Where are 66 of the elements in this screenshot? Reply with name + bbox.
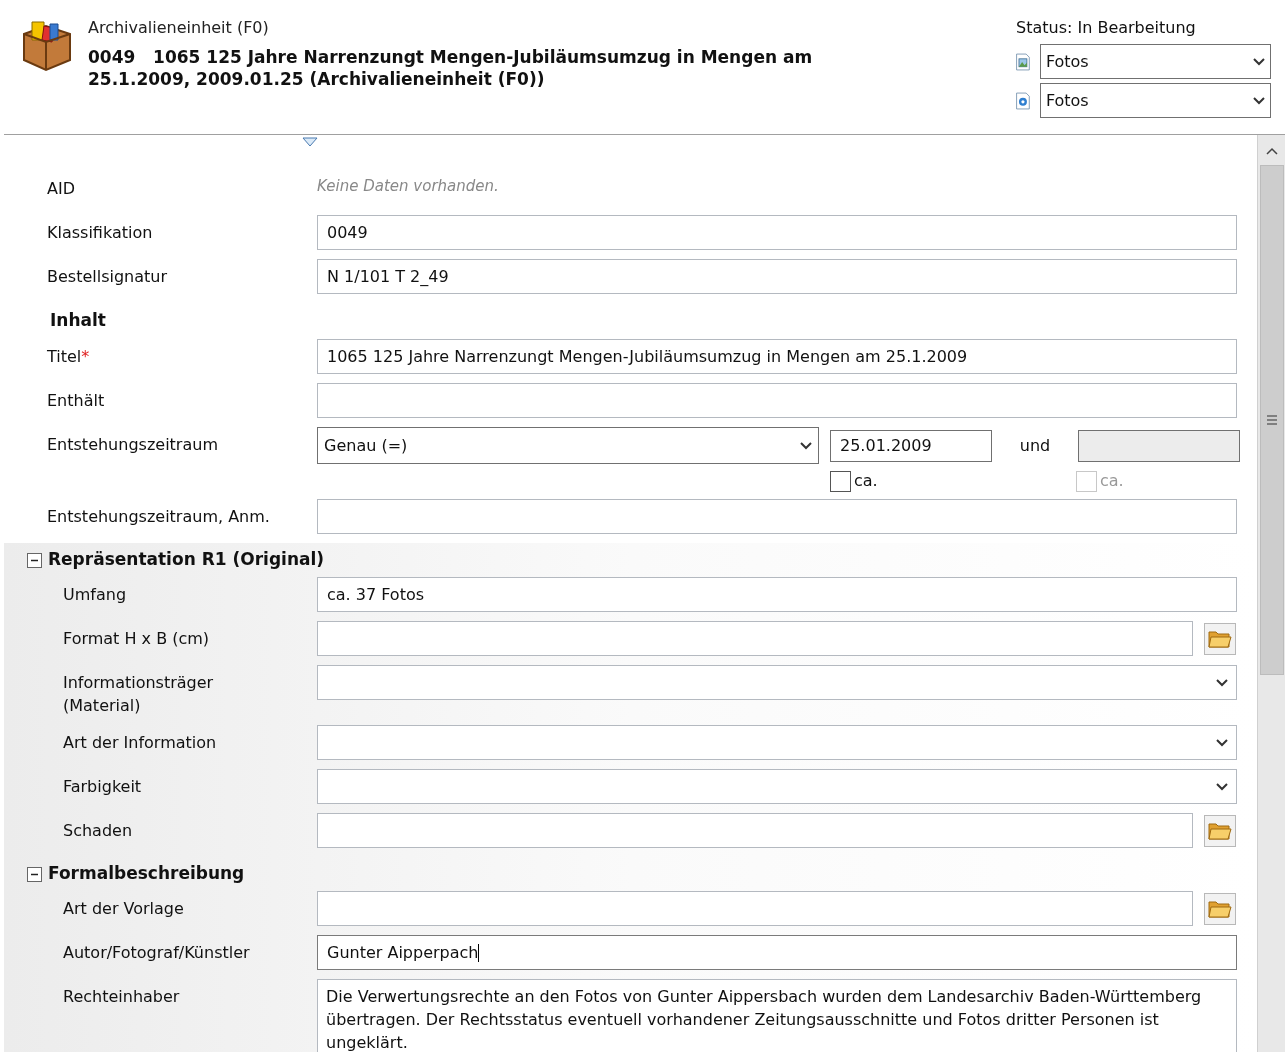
section-heading: Inhalt xyxy=(50,309,106,333)
field-label: Art der Information xyxy=(63,732,217,754)
dropdown[interactable] xyxy=(317,769,1237,804)
field-label: Entstehungszeitraum, Anm. xyxy=(47,506,270,528)
section-heading: Formalbeschreibung xyxy=(48,862,245,886)
status-text: Status: In Bearbeitung xyxy=(1016,17,1197,39)
chevron-down-icon xyxy=(800,441,812,450)
required-mark: * xyxy=(81,346,90,368)
dropdown[interactable]: Fotos xyxy=(1039,83,1271,118)
text-area[interactable]: Die Verwertungsrechte an den Fotos von Gunter Aippersbach wurden dem Landesarchiv Baden-Württemberg übertragen. Der Rechtsstatus eventuell vorhandener Zeitungsausschnitte und Fotos dritter Personen ist ungeklärt. xyxy=(317,979,1237,1052)
folder-button[interactable] xyxy=(1204,892,1236,925)
checkbox-label: ca. xyxy=(1100,470,1124,492)
folder-icon xyxy=(1208,628,1232,649)
document-icon xyxy=(1015,89,1031,112)
field-label: AID xyxy=(47,178,75,200)
checkbox[interactable] xyxy=(830,470,851,492)
date-field[interactable]: 25.01.2009 xyxy=(830,429,992,462)
dropdown[interactable] xyxy=(317,725,1237,760)
field-label: Titel xyxy=(47,346,82,368)
field-label: Informationsträger (Material) xyxy=(63,672,215,717)
record-title: 0049 1065 125 Jahre Narrenzungt Mengen-Jubiläumsumzug in Mengen am 25.1.2009, 2009.01.25 (Archivalieneinheit (F0)) xyxy=(88,46,814,90)
no-data-note: Keine Daten vorhanden. xyxy=(317,176,499,197)
text-field[interactable]: ca. 37 Fotos xyxy=(317,577,1237,612)
range-connector: und xyxy=(1018,434,1052,457)
field-label: Schaden xyxy=(63,820,133,842)
folder-button[interactable] xyxy=(1204,814,1236,847)
collapse-toggle[interactable] xyxy=(27,866,42,882)
text-field[interactable] xyxy=(317,499,1237,534)
folder-icon xyxy=(1208,898,1232,919)
text-cursor xyxy=(478,943,480,962)
folder-button[interactable] xyxy=(1204,622,1236,655)
chevron-down-icon xyxy=(1253,96,1265,105)
field-label: Art der Vorlage xyxy=(63,898,184,920)
image-icon xyxy=(1015,50,1031,73)
field-label: Autor/Fotograf/Künstler xyxy=(63,942,250,964)
field-label: Farbigkeit xyxy=(63,776,142,798)
folder-icon xyxy=(1208,820,1232,841)
scrollbar[interactable] xyxy=(1257,135,1285,1052)
record-type: Archivalieneinheit (F0) xyxy=(88,17,270,39)
chevron-down-icon xyxy=(1216,738,1228,747)
field-label: Klassifikation xyxy=(47,222,153,244)
operator-dropdown[interactable]: Genau (=) xyxy=(317,427,819,464)
text-field[interactable]: 1065 125 Jahre Narrenzungt Mengen-Jubiläumsumzug in Mengen am 25.1.2009 xyxy=(317,339,1237,374)
section-heading: Repräsentation R1 (Original) xyxy=(48,548,325,572)
collapse-toggle[interactable] xyxy=(27,552,42,568)
dropdown[interactable]: Fotos xyxy=(1039,44,1271,79)
splitter-handle-icon xyxy=(302,137,318,147)
field-label: Entstehungszeitraum xyxy=(47,434,218,456)
text-field[interactable]: 0049 xyxy=(317,215,1237,250)
checkbox-label: ca. xyxy=(854,470,878,492)
scroll-thumb[interactable] xyxy=(1259,165,1284,675)
field-label: Umfang xyxy=(63,584,127,606)
chevron-down-icon xyxy=(1216,678,1228,687)
text-field[interactable]: Gunter Aipperpach xyxy=(317,935,1237,970)
field-label: Enthält xyxy=(47,390,105,412)
chevron-down-icon xyxy=(1253,57,1265,66)
text-field[interactable] xyxy=(317,891,1193,926)
chevron-down-icon xyxy=(1216,782,1228,791)
text-field[interactable] xyxy=(317,813,1193,848)
field-label: Format H x B (cm) xyxy=(63,628,210,650)
field-label: Bestellsignatur xyxy=(47,266,168,288)
dropdown[interactable] xyxy=(317,665,1237,700)
text-field[interactable] xyxy=(317,383,1237,418)
text-field[interactable]: N 1/101 T 2_49 xyxy=(317,259,1237,294)
field-label: Rechteinhaber xyxy=(63,986,180,1008)
text-field[interactable] xyxy=(317,621,1193,656)
